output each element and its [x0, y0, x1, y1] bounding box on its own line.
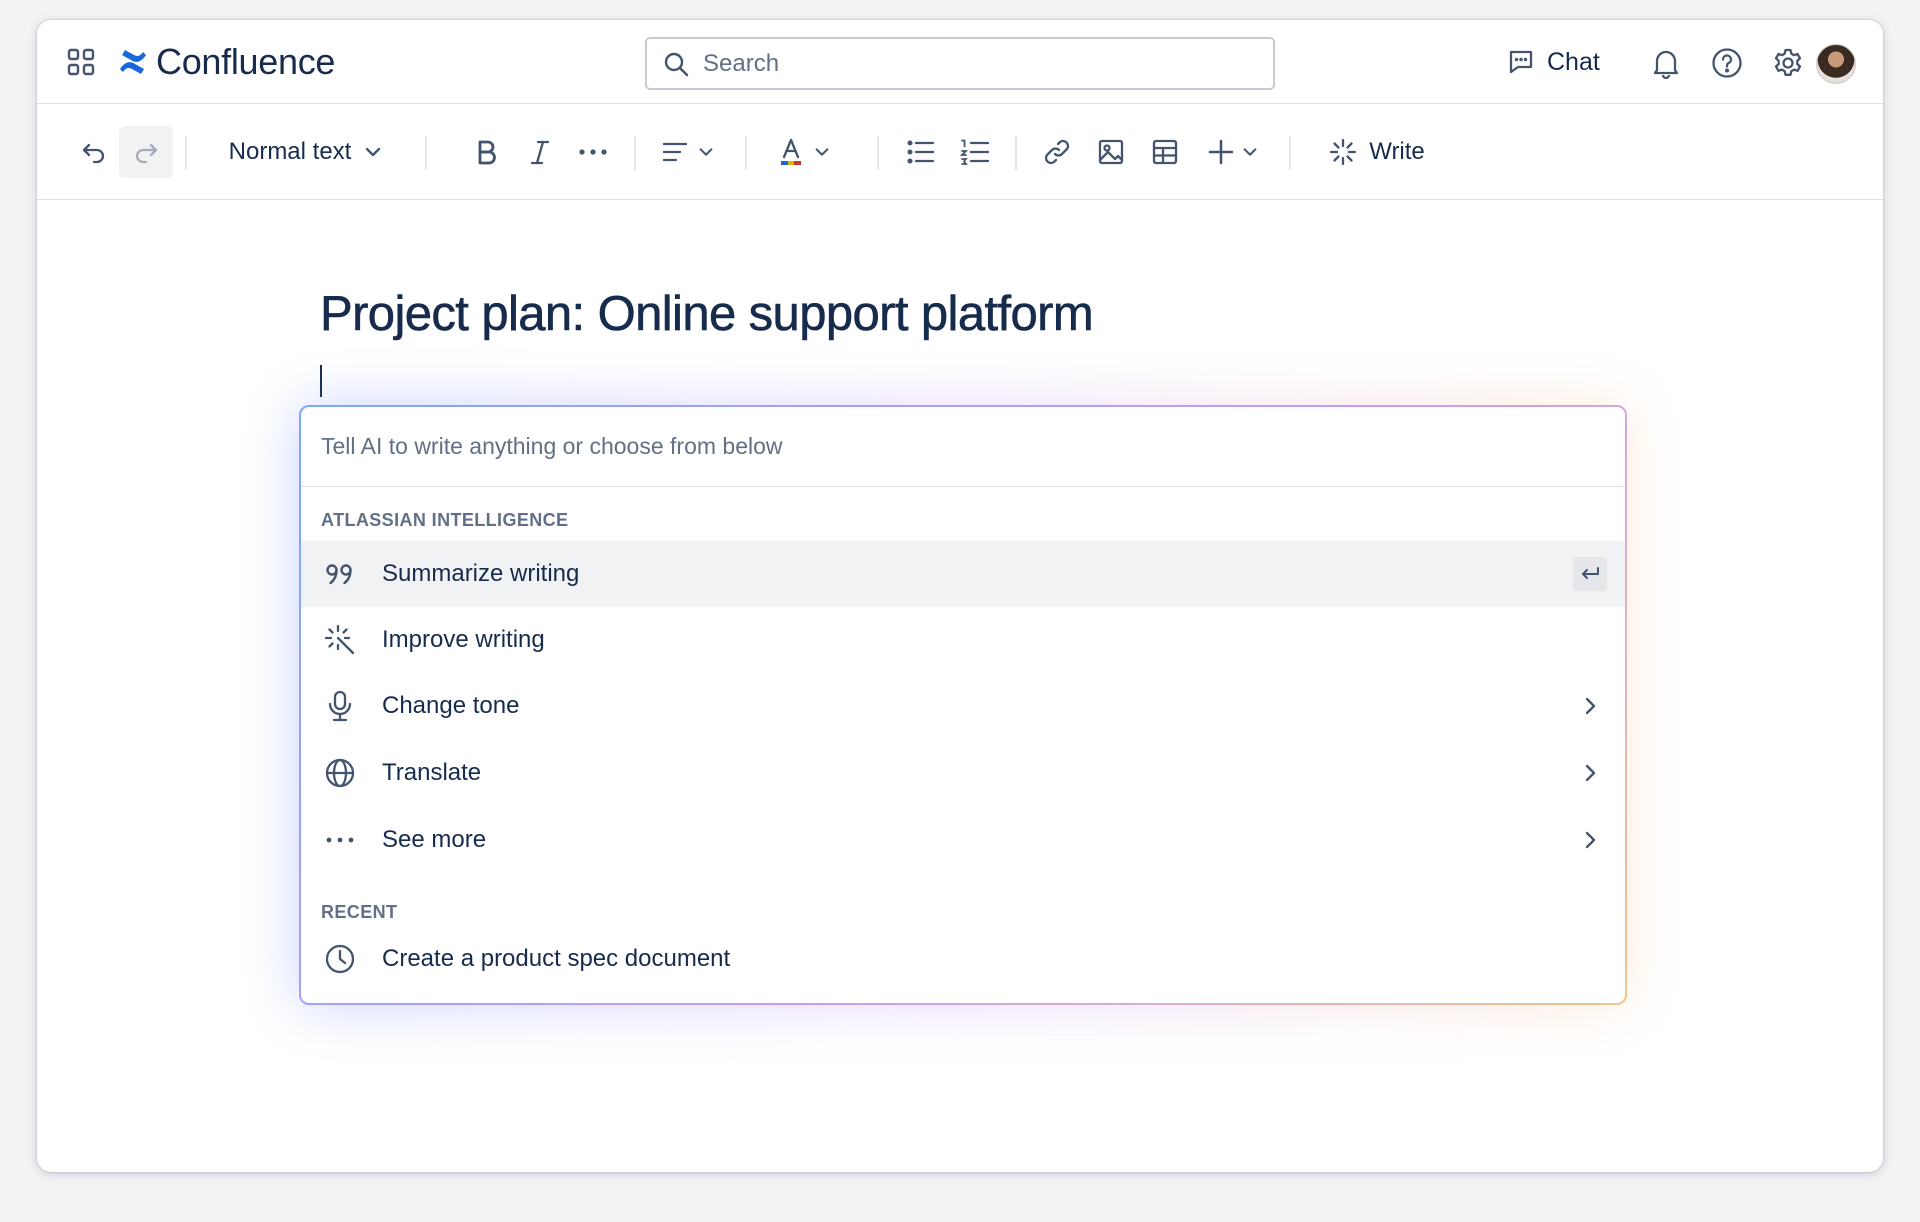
- bullet-list-icon[interactable]: [899, 126, 943, 178]
- chat-button[interactable]: Chat: [1507, 42, 1600, 82]
- chevron-right-icon: [1573, 756, 1607, 790]
- ai-prompt-input[interactable]: Tell AI to write anything or choose from…: [301, 407, 1625, 487]
- help-icon[interactable]: [1710, 46, 1744, 80]
- confluence-window: Confluence Search Chat Normal text Write…: [37, 20, 1883, 1172]
- page-title[interactable]: Project plan: Online support platform: [320, 286, 1094, 342]
- text-style-dropdown[interactable]: Normal text: [213, 126, 399, 178]
- menu-item-label: Create a product spec document: [382, 945, 731, 972]
- undo-icon[interactable]: [67, 126, 121, 178]
- chevron-down-icon: [815, 148, 829, 156]
- toolbar-divider: [1289, 136, 1291, 170]
- text-color-icon: [781, 138, 801, 165]
- microphone-icon: [323, 689, 357, 723]
- ai-sparkle-icon: [1330, 138, 1357, 166]
- more-formatting-icon[interactable]: [571, 126, 615, 178]
- search-placeholder: Search: [703, 49, 780, 77]
- magic-wand-icon: [323, 623, 357, 657]
- toolbar-divider: [877, 136, 879, 170]
- write-label: Write: [1369, 138, 1425, 165]
- menu-item-improve-writing[interactable]: Improve writing: [301, 607, 1625, 673]
- chevron-down-icon: [366, 147, 381, 157]
- menu-item-label: Improve writing: [382, 626, 545, 653]
- chevron-down-icon: [699, 148, 713, 156]
- toolbar-divider: [634, 136, 636, 170]
- toolbar-divider: [185, 136, 187, 170]
- link-icon[interactable]: [1035, 126, 1079, 178]
- chevron-right-icon: [1573, 689, 1607, 723]
- alignment-dropdown[interactable]: [641, 126, 735, 178]
- quote-icon: [323, 557, 357, 591]
- italic-icon[interactable]: [519, 126, 561, 178]
- table-icon[interactable]: [1143, 126, 1187, 178]
- section-heading-recent: RECENT: [321, 902, 398, 922]
- chat-icon: [1509, 50, 1533, 74]
- clock-icon: [323, 942, 357, 976]
- user-avatar[interactable]: [1816, 44, 1856, 84]
- menu-item-change-tone[interactable]: Change tone: [301, 673, 1625, 739]
- menu-item-label: See more: [382, 826, 487, 853]
- confluence-logo[interactable]: Confluence: [118, 41, 336, 82]
- image-icon[interactable]: [1089, 126, 1133, 178]
- settings-gear-icon[interactable]: [1771, 46, 1805, 80]
- chevron-right-icon: [1573, 823, 1607, 857]
- menu-item-label: Translate: [382, 759, 482, 786]
- ai-prompt-placeholder: Tell AI to write anything or choose from…: [321, 433, 783, 459]
- top-navigation: Confluence Search Chat: [37, 20, 1883, 104]
- more-dots-icon: [323, 823, 357, 857]
- toolbar-divider: [1015, 136, 1017, 170]
- text-color-dropdown[interactable]: [755, 126, 853, 178]
- section-heading-ai: ATLASSIAN INTELLIGENCE: [321, 510, 569, 530]
- app-switcher-icon[interactable]: [66, 47, 96, 77]
- search-input[interactable]: Search: [645, 37, 1275, 90]
- app-name: Confluence: [156, 41, 336, 82]
- editor-toolbar: Normal text Write: [37, 104, 1883, 200]
- chevron-down-icon: [1243, 148, 1257, 156]
- notifications-bell-icon[interactable]: [1649, 46, 1683, 80]
- toolbar-divider: [745, 136, 747, 170]
- confluence-logo-icon: [120, 50, 146, 74]
- text-style-label: Normal text: [228, 138, 352, 165]
- toolbar-divider: [425, 136, 427, 170]
- redo-icon[interactable]: [119, 126, 173, 178]
- enter-key-icon: [1573, 557, 1607, 591]
- bold-icon[interactable]: [465, 126, 507, 178]
- globe-icon: [323, 756, 357, 790]
- menu-item-see-more[interactable]: See more: [301, 807, 1625, 873]
- insert-dropdown[interactable]: [1197, 126, 1269, 178]
- menu-item-translate[interactable]: Translate: [301, 740, 1625, 806]
- ai-write-button[interactable]: Write: [1319, 126, 1435, 178]
- recent-item-product-spec[interactable]: Create a product spec document: [301, 926, 1625, 992]
- menu-item-label: Change tone: [382, 692, 520, 719]
- menu-item-summarize-writing[interactable]: Summarize writing: [301, 541, 1625, 607]
- menu-item-label: Summarize writing: [382, 560, 580, 587]
- numbered-list-icon[interactable]: [953, 126, 997, 178]
- chat-label: Chat: [1547, 47, 1600, 76]
- text-cursor: [320, 365, 322, 397]
- align-left-icon: [662, 142, 688, 162]
- search-icon: [664, 52, 689, 76]
- ai-command-panel: Tell AI to write anything or choose from…: [299, 405, 1627, 1005]
- plus-icon: [1208, 139, 1234, 165]
